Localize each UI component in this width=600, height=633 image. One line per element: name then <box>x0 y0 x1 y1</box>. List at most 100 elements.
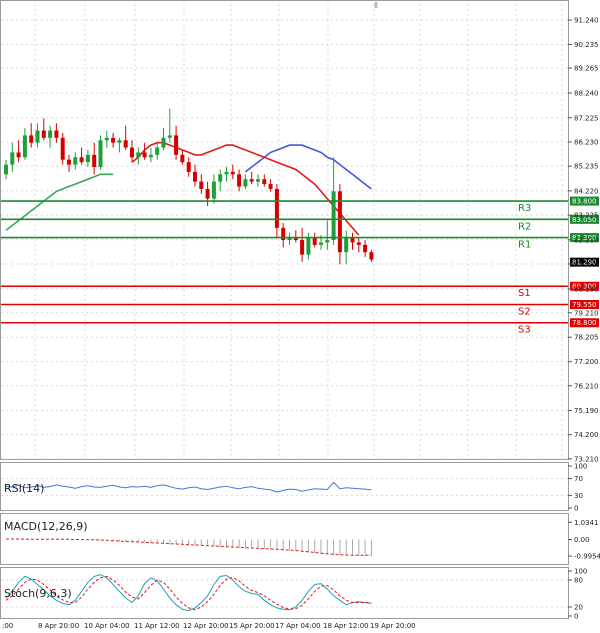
level-price-tag-text: 78.800 <box>572 319 597 327</box>
macd-title: MACD(12,26,9) <box>4 520 88 533</box>
level-label-r1: R1 <box>518 240 531 251</box>
level-price-tag-text: 79.550 <box>572 301 597 309</box>
y-tick-label: 85.235 <box>574 163 599 171</box>
candle-body <box>29 135 34 143</box>
stoch-tick-label: 0 <box>574 613 578 621</box>
candle-body <box>92 154 97 168</box>
x-tick-label: 17 Apr 04:00 <box>275 622 321 630</box>
y-tick-label: 90.235 <box>574 41 599 49</box>
y-tick-label: 82.210 <box>574 236 599 244</box>
x-tick-label: 18 Apr 12:00 <box>323 622 369 630</box>
x-tick-label: :00 <box>2 622 13 630</box>
macd-tick-label: -0.9954 <box>574 553 600 561</box>
candle-body <box>199 181 204 189</box>
candle-body <box>35 130 40 143</box>
candle-body <box>117 140 122 143</box>
y-tick-label: 86.230 <box>574 138 599 146</box>
y-tick-label: 76.210 <box>574 382 599 390</box>
candle-body <box>230 171 235 175</box>
y-tick-label: 91.240 <box>574 17 599 25</box>
candle-body <box>60 137 65 160</box>
rsi-tick-label: 30 <box>574 492 583 500</box>
y-tick-label: 79.210 <box>574 309 599 317</box>
y-tick-label: 88.240 <box>574 90 599 98</box>
y-tick-label: 89.265 <box>574 65 599 73</box>
x-tick-label: 12 Apr 20:00 <box>183 622 229 630</box>
stoch-panel-frame <box>0 567 569 619</box>
y-tick-label: 83.225 <box>574 212 599 220</box>
candle-body <box>300 240 305 255</box>
stoch-tick-label: 80 <box>574 577 583 585</box>
candle-body <box>262 179 267 185</box>
level-price-tag-text: 83.800 <box>572 198 597 206</box>
candle-body <box>331 191 336 241</box>
candle-body <box>256 179 260 182</box>
candle-body <box>22 135 27 158</box>
macd-tick-label: 0.00 <box>574 536 590 544</box>
macd-tick-label: 1.0341 <box>574 519 599 527</box>
candle-body <box>79 157 84 163</box>
candle-body <box>4 164 8 175</box>
level-label-r3: R3 <box>518 203 531 214</box>
candle-body <box>123 140 128 148</box>
candle-body <box>54 130 59 138</box>
candle-body <box>325 240 330 243</box>
level-label-s1: S1 <box>518 288 531 299</box>
candle-body <box>356 242 361 245</box>
candle-body <box>85 154 90 163</box>
stoch-title: Stoch(9,6,3) <box>4 587 72 600</box>
candle-body <box>136 152 141 158</box>
candle-body <box>10 152 15 165</box>
candle-body <box>98 140 103 168</box>
candle-body <box>67 159 71 165</box>
candle-body <box>319 242 323 245</box>
candle-body <box>73 157 78 165</box>
y-tick-label: 84.220 <box>574 187 599 195</box>
y-tick-label: 87.225 <box>574 114 599 122</box>
y-tick-label: 77.200 <box>574 358 599 366</box>
y-tick-label: 75.190 <box>574 407 599 415</box>
candle-body <box>48 130 53 138</box>
candle-body <box>224 171 229 175</box>
candle-body <box>243 179 248 187</box>
candle-body <box>180 154 185 163</box>
candle-body <box>186 162 191 172</box>
candle-body <box>274 188 279 228</box>
y-tick-label: 81.215 <box>574 260 599 268</box>
y-tick-label: 74.200 <box>574 431 599 439</box>
x-tick-label: 10 Apr 04:00 <box>84 622 130 630</box>
candle-body <box>312 237 317 245</box>
candle-body <box>249 179 254 182</box>
candle-body <box>174 135 179 155</box>
candle-body <box>205 188 210 199</box>
candle-body <box>306 237 311 255</box>
candle-body <box>218 174 223 182</box>
level-label-s2: S2 <box>518 306 531 317</box>
candle-body <box>344 237 349 253</box>
candle-body <box>142 152 147 158</box>
candle-body <box>41 130 46 138</box>
rsi-tick-label: 70 <box>574 475 583 483</box>
y-tick-label: 80.190 <box>574 285 599 293</box>
x-tick-label: 8 Apr 20:00 <box>38 622 79 630</box>
candle-body <box>369 252 374 260</box>
stoch-tick-label: 20 <box>574 604 583 612</box>
stoch-tick-label: 100 <box>574 568 587 576</box>
candle-body <box>148 154 153 158</box>
rsi-title: RSI(14) <box>4 482 44 495</box>
x-tick-label: 15 Apr 20:00 <box>229 622 275 630</box>
level-label-r2: R2 <box>518 221 531 232</box>
x-tick-label: 19 Apr 20:00 <box>370 622 416 630</box>
candle-body <box>111 137 116 143</box>
candle-body <box>268 184 273 189</box>
x-tick-label: 11 Apr 12:00 <box>134 622 180 630</box>
rsi-tick-label: 100 <box>574 463 587 471</box>
level-label-s3: S3 <box>518 325 531 336</box>
trading-chart: R383.800R283.050R182.300S180.300S279.550… <box>0 0 600 630</box>
candle-body <box>193 171 197 182</box>
candle-body <box>16 152 21 158</box>
candle-body <box>130 147 134 158</box>
candle-body <box>155 147 160 155</box>
candle-body <box>363 244 368 253</box>
candle-body <box>161 137 166 148</box>
